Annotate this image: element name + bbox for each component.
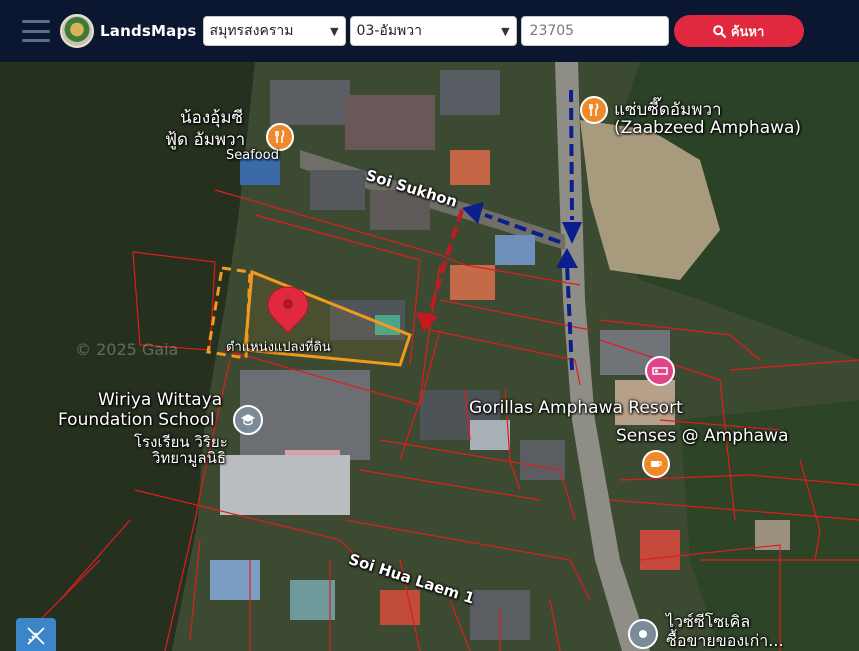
restaurant-icon[interactable] [580, 96, 608, 124]
shop-icon[interactable] [628, 619, 658, 649]
landsmaps-logo [60, 14, 94, 48]
building [440, 70, 500, 115]
building [310, 170, 365, 210]
map-watermark: © 2025 Gaia [75, 340, 179, 359]
top-nav-bar: LandsMaps สมุทรสงคราม ▼ 03-อัมพวา ▼ 2370… [0, 0, 859, 62]
search-icon [713, 24, 726, 38]
brand-title: LandsMaps [100, 22, 197, 40]
map-label-school-en2: Foundation School [58, 410, 215, 430]
map-label-shop-th2: ซื้อขายของเก่า... [666, 631, 784, 650]
cafe-icon[interactable] [642, 450, 670, 478]
province-select[interactable]: สมุทรสงคราม ▼ [202, 16, 346, 46]
building [220, 455, 350, 515]
building [345, 95, 435, 150]
map-label-senses: Senses @ Amphawa [616, 426, 789, 446]
search-button[interactable]: ค้นหา [673, 15, 804, 47]
chevron-down-icon: ▼ [501, 24, 510, 38]
search-button-label: ค้นหา [730, 24, 765, 40]
building [270, 80, 350, 125]
map-label-resort: Gorillas Amphawa Resort [469, 398, 683, 418]
district-select-value: 03-อัมพวา [356, 23, 423, 39]
map-label-school-th2: วิทยามูลนิธิ [152, 449, 227, 467]
parcel-number-input[interactable]: 23705 [520, 16, 669, 46]
chevron-down-icon: ▼ [330, 24, 339, 38]
satellite-map[interactable]: แซ่บซี๊ดอัมพวา (Zaabzeed Amphawa) น้องอุ… [0, 62, 859, 651]
building [450, 150, 490, 185]
building [210, 560, 260, 600]
building [290, 580, 335, 620]
menu-icon[interactable] [22, 20, 50, 42]
measure-tool-button[interactable] [16, 618, 56, 651]
province-select-value: สมุทรสงคราม [209, 23, 294, 39]
landsmaps-app: LandsMaps สมุทรสงคราม ▼ 03-อัมพวา ▼ 2370… [0, 0, 859, 651]
map-label-school-en1: Wiriya Wittaya [98, 390, 223, 410]
building [520, 440, 565, 480]
restaurant-icon[interactable] [266, 123, 294, 151]
building [640, 530, 680, 570]
hotel-icon[interactable] [645, 356, 675, 386]
map-label-restaurant-en: (Zaabzeed Amphawa) [614, 118, 802, 138]
building [495, 235, 535, 265]
pencil-ruler-icon [27, 627, 45, 645]
map-label-seafood-en: Seafood [226, 148, 279, 163]
school-icon[interactable] [233, 405, 263, 435]
building [450, 265, 495, 300]
building [380, 590, 420, 625]
building [470, 420, 510, 450]
district-select[interactable]: 03-อัมพวา ▼ [349, 16, 517, 46]
parcel-location-label: ตำแหน่งแปลงที่ดิน [226, 340, 331, 355]
